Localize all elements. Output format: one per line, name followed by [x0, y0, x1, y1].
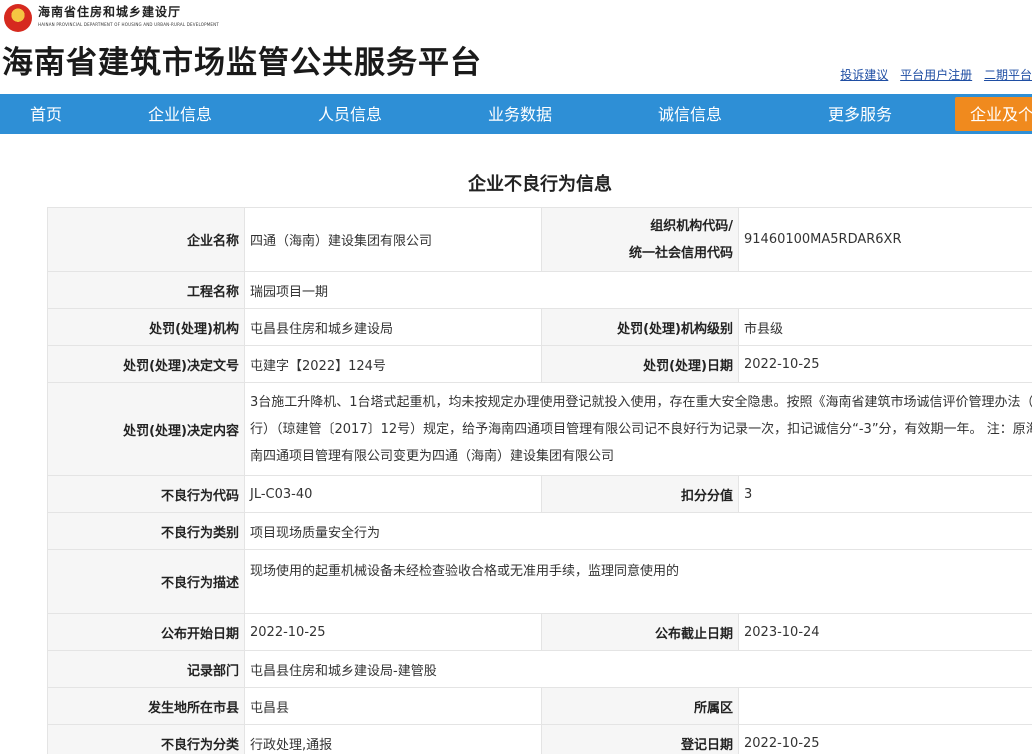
national-emblem-icon: [4, 4, 32, 32]
publish-start-value: 2022-10-25: [244, 613, 542, 651]
behavior-category-label: 不良行为类别: [47, 512, 245, 550]
district-value: [738, 687, 1032, 725]
decision-content-label: 处罚(处理)决定内容: [47, 382, 245, 476]
page-title: 企业不良行为信息: [468, 174, 612, 195]
record-dept-value: 屯昌县住房和城乡建设局-建管股: [244, 650, 1032, 688]
table-row: 企业名称 四通（海南）建设集团有限公司 组织机构代码/ 统一社会信用代码 914…: [47, 207, 1032, 272]
classification-label: 不良行为分类: [47, 724, 245, 754]
behavior-code-label: 不良行为代码: [47, 475, 245, 513]
org-code-label-line2: 统一社会信用代码: [628, 245, 733, 261]
table-row: 处罚(处理)决定文号 屯建字【2022】124号 处罚(处理)日期 2022-1…: [47, 345, 1032, 383]
publish-start-label: 公布开始日期: [47, 613, 245, 651]
top-links: 投诉建议 平台用户注册 二期平台: [832, 66, 1032, 83]
behavior-description-label: 不良行为描述: [47, 549, 245, 614]
register-link[interactable]: 平台用户注册: [900, 68, 972, 82]
decision-content-value: 3台施工升降机、1台塔式起重机，均未按规定办理使用登记就投入使用，存在重大安全隐…: [244, 382, 1032, 476]
project-value: 瑞园项目一期: [244, 271, 1032, 309]
table-row: 不良行为代码 JL-C03-40 扣分分值 3: [47, 475, 1032, 513]
authority-level-value: 市县级: [738, 308, 1032, 346]
behavior-code-value: JL-C03-40: [244, 475, 542, 513]
company-name-value: 四通（海南）建设集团有限公司: [244, 207, 542, 272]
authority-level-label: 处罚(处理)机构级别: [541, 308, 739, 346]
site-header: 海南省住房和城乡建设厅 HAINAN PROVINCIAL DEPARTMENT…: [0, 0, 1032, 93]
authority-label: 处罚(处理)机构: [47, 308, 245, 346]
register-date-label: 登记日期: [541, 724, 739, 754]
department-name-english: HAINAN PROVINCIAL DEPARTMENT OF HOUSING …: [38, 22, 219, 27]
deduction-value: 3: [738, 475, 1032, 513]
table-row: 不良行为描述 现场使用的起重机械设备未经检查验收合格或无准用手续，监理同意使用的: [47, 549, 1032, 614]
nav-item-home[interactable]: 首页: [0, 94, 92, 134]
complaint-link[interactable]: 投诉建议: [840, 68, 888, 82]
table-row: 发生地所在市县 屯昌县 所属区: [47, 687, 1032, 725]
doc-number-label: 处罚(处理)决定文号: [47, 345, 245, 383]
project-label: 工程名称: [47, 271, 245, 309]
nav-item-credit[interactable]: 诚信信息: [630, 94, 750, 134]
record-table: 企业名称 四通（海南）建设集团有限公司 组织机构代码/ 统一社会信用代码 914…: [47, 207, 1032, 754]
phase2-platform-link[interactable]: 二期平台: [984, 68, 1032, 82]
nav-item-business-data[interactable]: 业务数据: [460, 94, 580, 134]
table-row: 处罚(处理)决定内容 3台施工升降机、1台塔式起重机，均未按规定办理使用登记就投…: [47, 382, 1032, 476]
record-dept-label: 记录部门: [47, 650, 245, 688]
table-row: 记录部门 屯昌县住房和城乡建设局-建管股: [47, 650, 1032, 688]
behavior-description-value: 现场使用的起重机械设备未经检查验收合格或无准用手续，监理同意使用的: [244, 549, 1032, 614]
register-date-value: 2022-10-25: [738, 724, 1032, 754]
main-nav: 首页 企业信息 人员信息 业务数据 诚信信息 更多服务 企业及个人: [0, 94, 1032, 134]
table-row: 不良行为类别 项目现场质量安全行为: [47, 512, 1032, 550]
site-title: 海南省建筑市场监管公共服务平台: [2, 45, 482, 81]
location-label: 发生地所在市县: [47, 687, 245, 725]
table-row: 公布开始日期 2022-10-25 公布截止日期 2023-10-24: [47, 613, 1032, 651]
publish-end-label: 公布截止日期: [541, 613, 739, 651]
nav-item-personnel[interactable]: 人员信息: [290, 94, 410, 134]
org-code-value: 91460100MA5RDAR6XR: [738, 207, 1032, 272]
classification-value: 行政处理,通报: [244, 724, 542, 754]
org-code-label-line1: 组织机构代码/: [650, 218, 733, 234]
org-code-label: 组织机构代码/ 统一社会信用代码: [541, 207, 739, 272]
table-row: 处罚(处理)机构 屯昌县住房和城乡建设局 处罚(处理)机构级别 市县级: [47, 308, 1032, 346]
authority-value: 屯昌县住房和城乡建设局: [244, 308, 542, 346]
department-brand[interactable]: 海南省住房和城乡建设厅 HAINAN PROVINCIAL DEPARTMENT…: [0, 2, 219, 32]
district-label: 所属区: [541, 687, 739, 725]
company-name-label: 企业名称: [47, 207, 245, 272]
location-value: 屯昌县: [244, 687, 542, 725]
table-row: 不良行为分类 行政处理,通报 登记日期 2022-10-25: [47, 724, 1032, 754]
penalty-date-label: 处罚(处理)日期: [541, 345, 739, 383]
publish-end-value: 2023-10-24: [738, 613, 1032, 651]
department-name: 海南省住房和城乡建设厅: [38, 5, 182, 19]
nav-item-enterprise[interactable]: 企业信息: [120, 94, 240, 134]
nav-item-more-services[interactable]: 更多服务: [800, 94, 920, 134]
behavior-category-value: 项目现场质量安全行为: [244, 512, 1032, 550]
table-row: 工程名称 瑞园项目一期: [47, 271, 1032, 309]
penalty-date-value: 2022-10-25: [738, 345, 1032, 383]
deduction-label: 扣分分值: [541, 475, 739, 513]
doc-number-value: 屯建字【2022】124号: [244, 345, 542, 383]
nav-item-login[interactable]: 企业及个人: [955, 97, 1032, 131]
